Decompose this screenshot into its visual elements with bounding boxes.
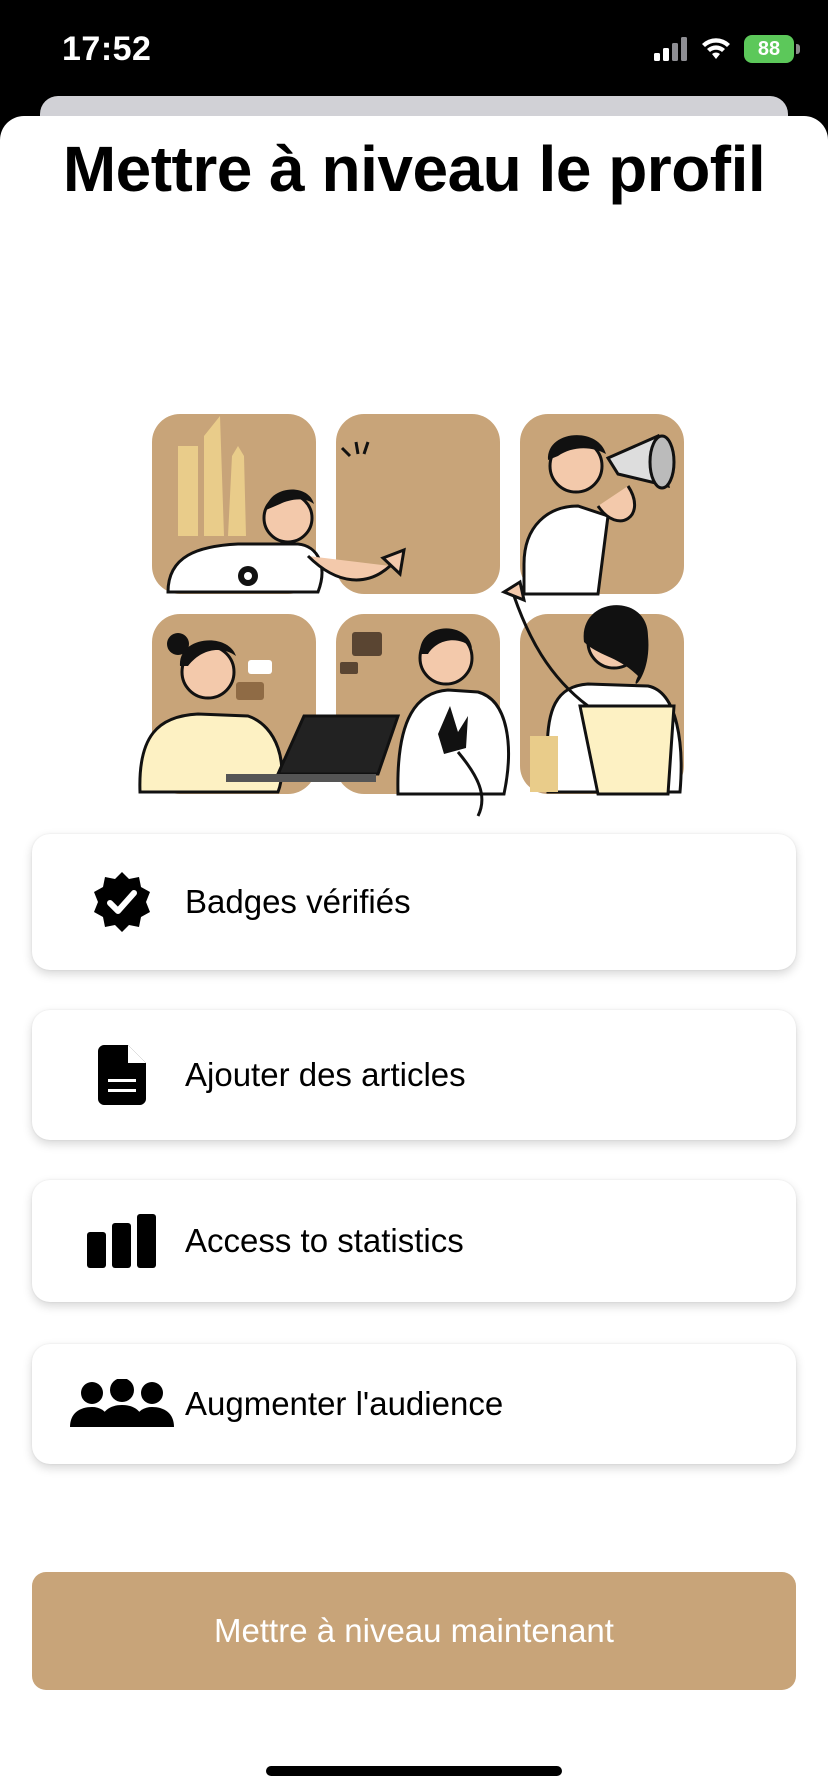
document-icon [70,1035,174,1115]
feature-add-articles: Ajouter des articles [32,1010,796,1140]
feature-label: Augmenter l'audience [185,1385,504,1422]
upgrade-sheet: Mettre à niveau le profil Badges vérifié… [0,116,828,1792]
feature-label: Badges vérifiés [185,883,411,920]
status-bar: 17:52 88 [0,0,828,100]
feature-verified-badges: Badges vérifiés [32,834,796,970]
bar-chart-icon [70,1201,174,1281]
battery-level: 88 [757,37,781,60]
home-indicator[interactable] [266,1766,562,1776]
feature-label: Ajouter des articles [185,1056,466,1093]
feature-statistics: Access to statistics [32,1180,796,1302]
status-icons: 88 [654,34,800,64]
screen: 17:52 88 Mettre à niveau le profil Badge… [0,0,828,1792]
group-icon [70,1364,174,1444]
upgrade-now-button[interactable]: Mettre à niveau maintenant [32,1572,796,1690]
wifi-icon [702,38,730,59]
page-title: Mettre à niveau le profil [62,133,766,205]
signal-icon [654,37,687,61]
status-time: 17:52 [62,30,152,68]
team-collaboration-illustration [138,414,684,817]
battery-charging-icon: 88 [744,35,800,63]
feature-label: Access to statistics [185,1222,464,1259]
feature-audience: Augmenter l'audience [32,1344,796,1464]
verified-badge-icon [70,862,174,942]
